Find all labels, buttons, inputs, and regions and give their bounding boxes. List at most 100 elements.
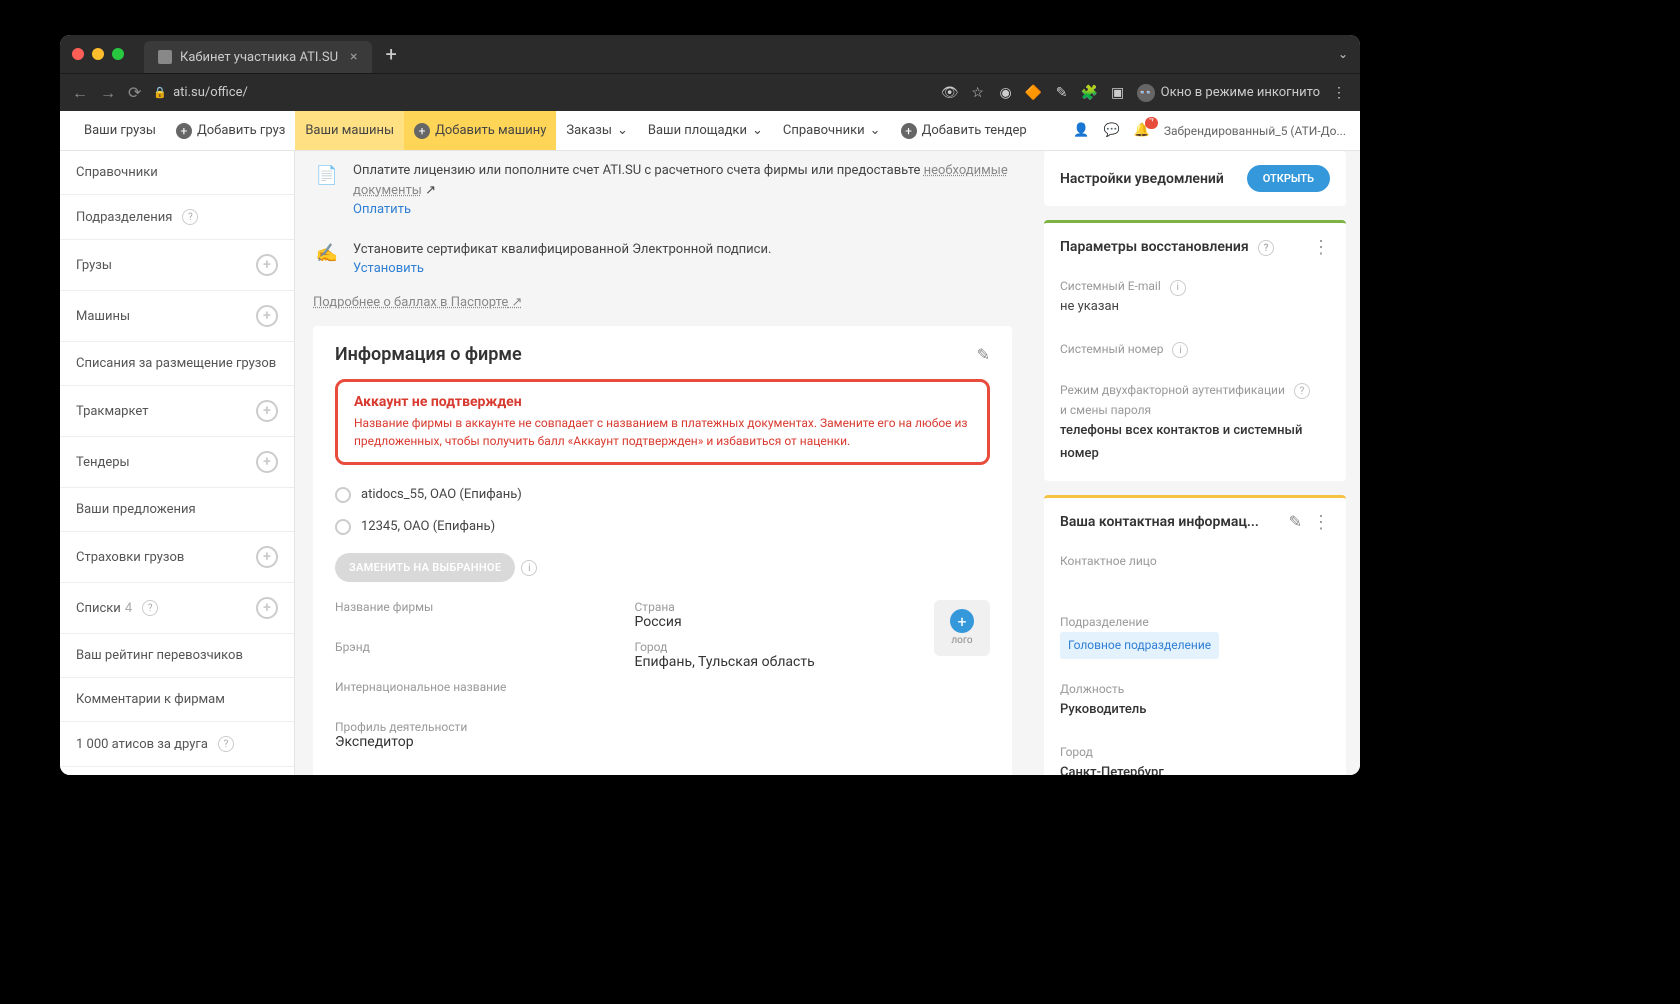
expand-icon[interactable]: +: [256, 305, 278, 327]
label-profile: Профиль деятельности: [335, 720, 611, 734]
incognito-label: Окно в режиме инкогнито: [1161, 85, 1320, 100]
top-nav: Ваши грузы +Добавить груз Ваши машины +Д…: [60, 111, 1360, 151]
incognito-icon: 👓: [1137, 84, 1155, 102]
user-menu[interactable]: Забрендированный_5 (АТИ-До...: [1164, 124, 1346, 138]
ext-icon-1[interactable]: ◉: [997, 84, 1015, 102]
sidebar-offers[interactable]: Ваши предложения: [60, 488, 294, 532]
plus-icon: +: [901, 123, 917, 139]
nav-refs[interactable]: Справочники ⌄: [773, 111, 891, 150]
menu-icon[interactable]: ⋮: [1330, 84, 1348, 102]
edit-icon[interactable]: ✎: [1289, 512, 1302, 533]
role-value: Руководитель: [1060, 699, 1330, 721]
star-icon[interactable]: ☆: [969, 84, 987, 102]
sidebar-insurance[interactable]: Страховки грузов+: [60, 532, 294, 583]
more-icon[interactable]: ⋮: [1312, 512, 1330, 533]
search-icon[interactable]: 👤: [1073, 123, 1089, 138]
sidebar-writeoffs[interactable]: Списания за размещение грузов: [60, 342, 294, 386]
nav-platforms[interactable]: Ваши площадки ⌄: [638, 111, 773, 150]
logo-label: лого: [951, 635, 972, 646]
sidebar-referral[interactable]: 1 000 атисов за друга?: [60, 722, 294, 767]
label-city: Город: [635, 640, 911, 654]
sidebar-comments[interactable]: Комментарии к фирмам: [60, 678, 294, 722]
right-column: Настройки уведомлений ОТКРЫТЬ Параметры …: [1030, 151, 1360, 775]
sidebar-trackmarket[interactable]: Тракмаркет+: [60, 386, 294, 437]
expand-icon[interactable]: +: [256, 597, 278, 619]
sidebar-tenders[interactable]: Тендеры+: [60, 437, 294, 488]
sidebar-lists[interactable]: Списки 4?+: [60, 583, 294, 634]
sidebar-rating[interactable]: Ваш рейтинг перевозчиков: [60, 634, 294, 678]
alert-title: Аккаунт не подтвержден: [354, 394, 971, 410]
nav-vehicles[interactable]: Ваши машины: [295, 111, 404, 150]
tabs-dropdown-icon[interactable]: ⌄: [1338, 47, 1348, 61]
task-pay-text: Оплатите лицензию или пополните счет ATI…: [353, 161, 1012, 220]
info-icon[interactable]: i: [1172, 342, 1188, 358]
expand-icon[interactable]: +: [256, 546, 278, 568]
notif-card-title: Настройки уведомлений: [1060, 171, 1224, 187]
forward-button[interactable]: →: [100, 83, 116, 103]
tab-close-icon[interactable]: ×: [350, 49, 357, 65]
chevron-down-icon: ⌄: [752, 123, 763, 138]
minimize-window[interactable]: [92, 48, 104, 60]
help-icon[interactable]: ?: [1294, 383, 1310, 399]
sidebar-depts[interactable]: Подразделения?: [60, 195, 294, 240]
nav-right: 👤 💬 🔔7 Забрендированный_5 (АТИ-До...: [1073, 123, 1346, 138]
firm-card-head: Информация о фирме ✎: [335, 344, 990, 365]
help-icon[interactable]: ?: [1258, 240, 1274, 256]
eye-icon[interactable]: 👁: [941, 84, 959, 102]
main: 📄 Оплатите лицензию или пополните счет A…: [295, 151, 1030, 775]
sidebar-refs[interactable]: Справочники: [60, 151, 294, 195]
edit-icon[interactable]: ✎: [977, 345, 990, 364]
firm-option-2[interactable]: 12345, ОАО (Епифань): [335, 511, 990, 543]
nav-orders[interactable]: Заказы ⌄: [556, 111, 638, 150]
task-pay: 📄 Оплатите лицензию или пополните счет A…: [313, 151, 1012, 230]
dept-chip[interactable]: Головное подразделение: [1060, 632, 1219, 658]
firm-title: Информация о фирме: [335, 344, 522, 365]
notifications-icon[interactable]: 🔔7: [1134, 123, 1150, 138]
radio-icon: [335, 487, 351, 503]
ext-icon-3[interactable]: ✎: [1053, 84, 1071, 102]
maximize-window[interactable]: [112, 48, 124, 60]
task-cert: ✍️ Установите сертификат квалифицированн…: [313, 230, 1012, 289]
chevron-down-icon: ⌄: [617, 123, 628, 138]
label-country: Страна: [635, 600, 911, 614]
city-value: Санкт-Петербург: [1060, 762, 1330, 775]
expand-icon[interactable]: +: [256, 400, 278, 422]
pay-link[interactable]: Оплатить: [353, 202, 411, 217]
tab-title: Кабинет участника ATI.SU: [180, 50, 338, 65]
close-window[interactable]: [72, 48, 84, 60]
sidebar-cargo[interactable]: Грузы+: [60, 240, 294, 291]
new-tab-button[interactable]: +: [386, 42, 397, 66]
info-icon[interactable]: i: [521, 560, 537, 576]
sidebar-vehicles[interactable]: Машины+: [60, 291, 294, 342]
expand-icon[interactable]: +: [256, 451, 278, 473]
passport-more-link[interactable]: Подробнее о баллах в Паспорте ↗: [313, 295, 522, 310]
url-field[interactable]: 🔒 ati.su/office/: [153, 85, 928, 100]
nav-add-cargo[interactable]: +Добавить груз: [166, 111, 295, 150]
extensions-icon[interactable]: 🧩: [1081, 84, 1099, 102]
ext-icon-2[interactable]: 🔶: [1025, 84, 1043, 102]
firm-fields: Название фирмы Брэнд Интернациональное н…: [335, 600, 990, 772]
info-icon[interactable]: i: [1170, 280, 1186, 296]
chat-icon[interactable]: 💬: [1103, 123, 1119, 138]
extension-icons: 👁 ☆ ◉ 🔶 ✎ 🧩 ▣ 👓 Окно в режиме инкогнито …: [941, 84, 1348, 102]
replace-button[interactable]: ЗАМЕНИТЬ НА ВЫБРАННОЕ: [335, 553, 515, 582]
add-logo-button[interactable]: + лого: [934, 600, 990, 656]
reload-button[interactable]: ⟳: [128, 83, 141, 102]
browser-tab[interactable]: Кабинет участника ATI.SU ×: [144, 41, 372, 73]
external-icon: ↗: [425, 183, 436, 198]
nav-add-tender[interactable]: +Добавить тендер: [891, 111, 1037, 150]
radio-icon: [335, 519, 351, 535]
nav-cargo[interactable]: Ваши грузы: [74, 111, 166, 150]
expand-icon[interactable]: +: [256, 254, 278, 276]
open-notifications-button[interactable]: ОТКРЫТЬ: [1247, 165, 1330, 192]
nav-add-vehicle[interactable]: +Добавить машину: [404, 111, 556, 150]
content: Справочники Подразделения? Грузы+ Машины…: [60, 151, 1360, 775]
alert-text: Название фирмы в аккаунте не совпадает с…: [354, 414, 971, 450]
incognito-indicator: 👓 Окно в режиме инкогнито: [1137, 84, 1320, 102]
back-button[interactable]: ←: [72, 83, 88, 103]
sidebar: Справочники Подразделения? Грузы+ Машины…: [60, 151, 295, 775]
firm-option-1[interactable]: atidocs_55, ОАО (Епифань): [335, 479, 990, 511]
panel-icon[interactable]: ▣: [1109, 84, 1127, 102]
more-icon[interactable]: ⋮: [1312, 237, 1330, 258]
install-link[interactable]: Установить: [353, 261, 424, 276]
